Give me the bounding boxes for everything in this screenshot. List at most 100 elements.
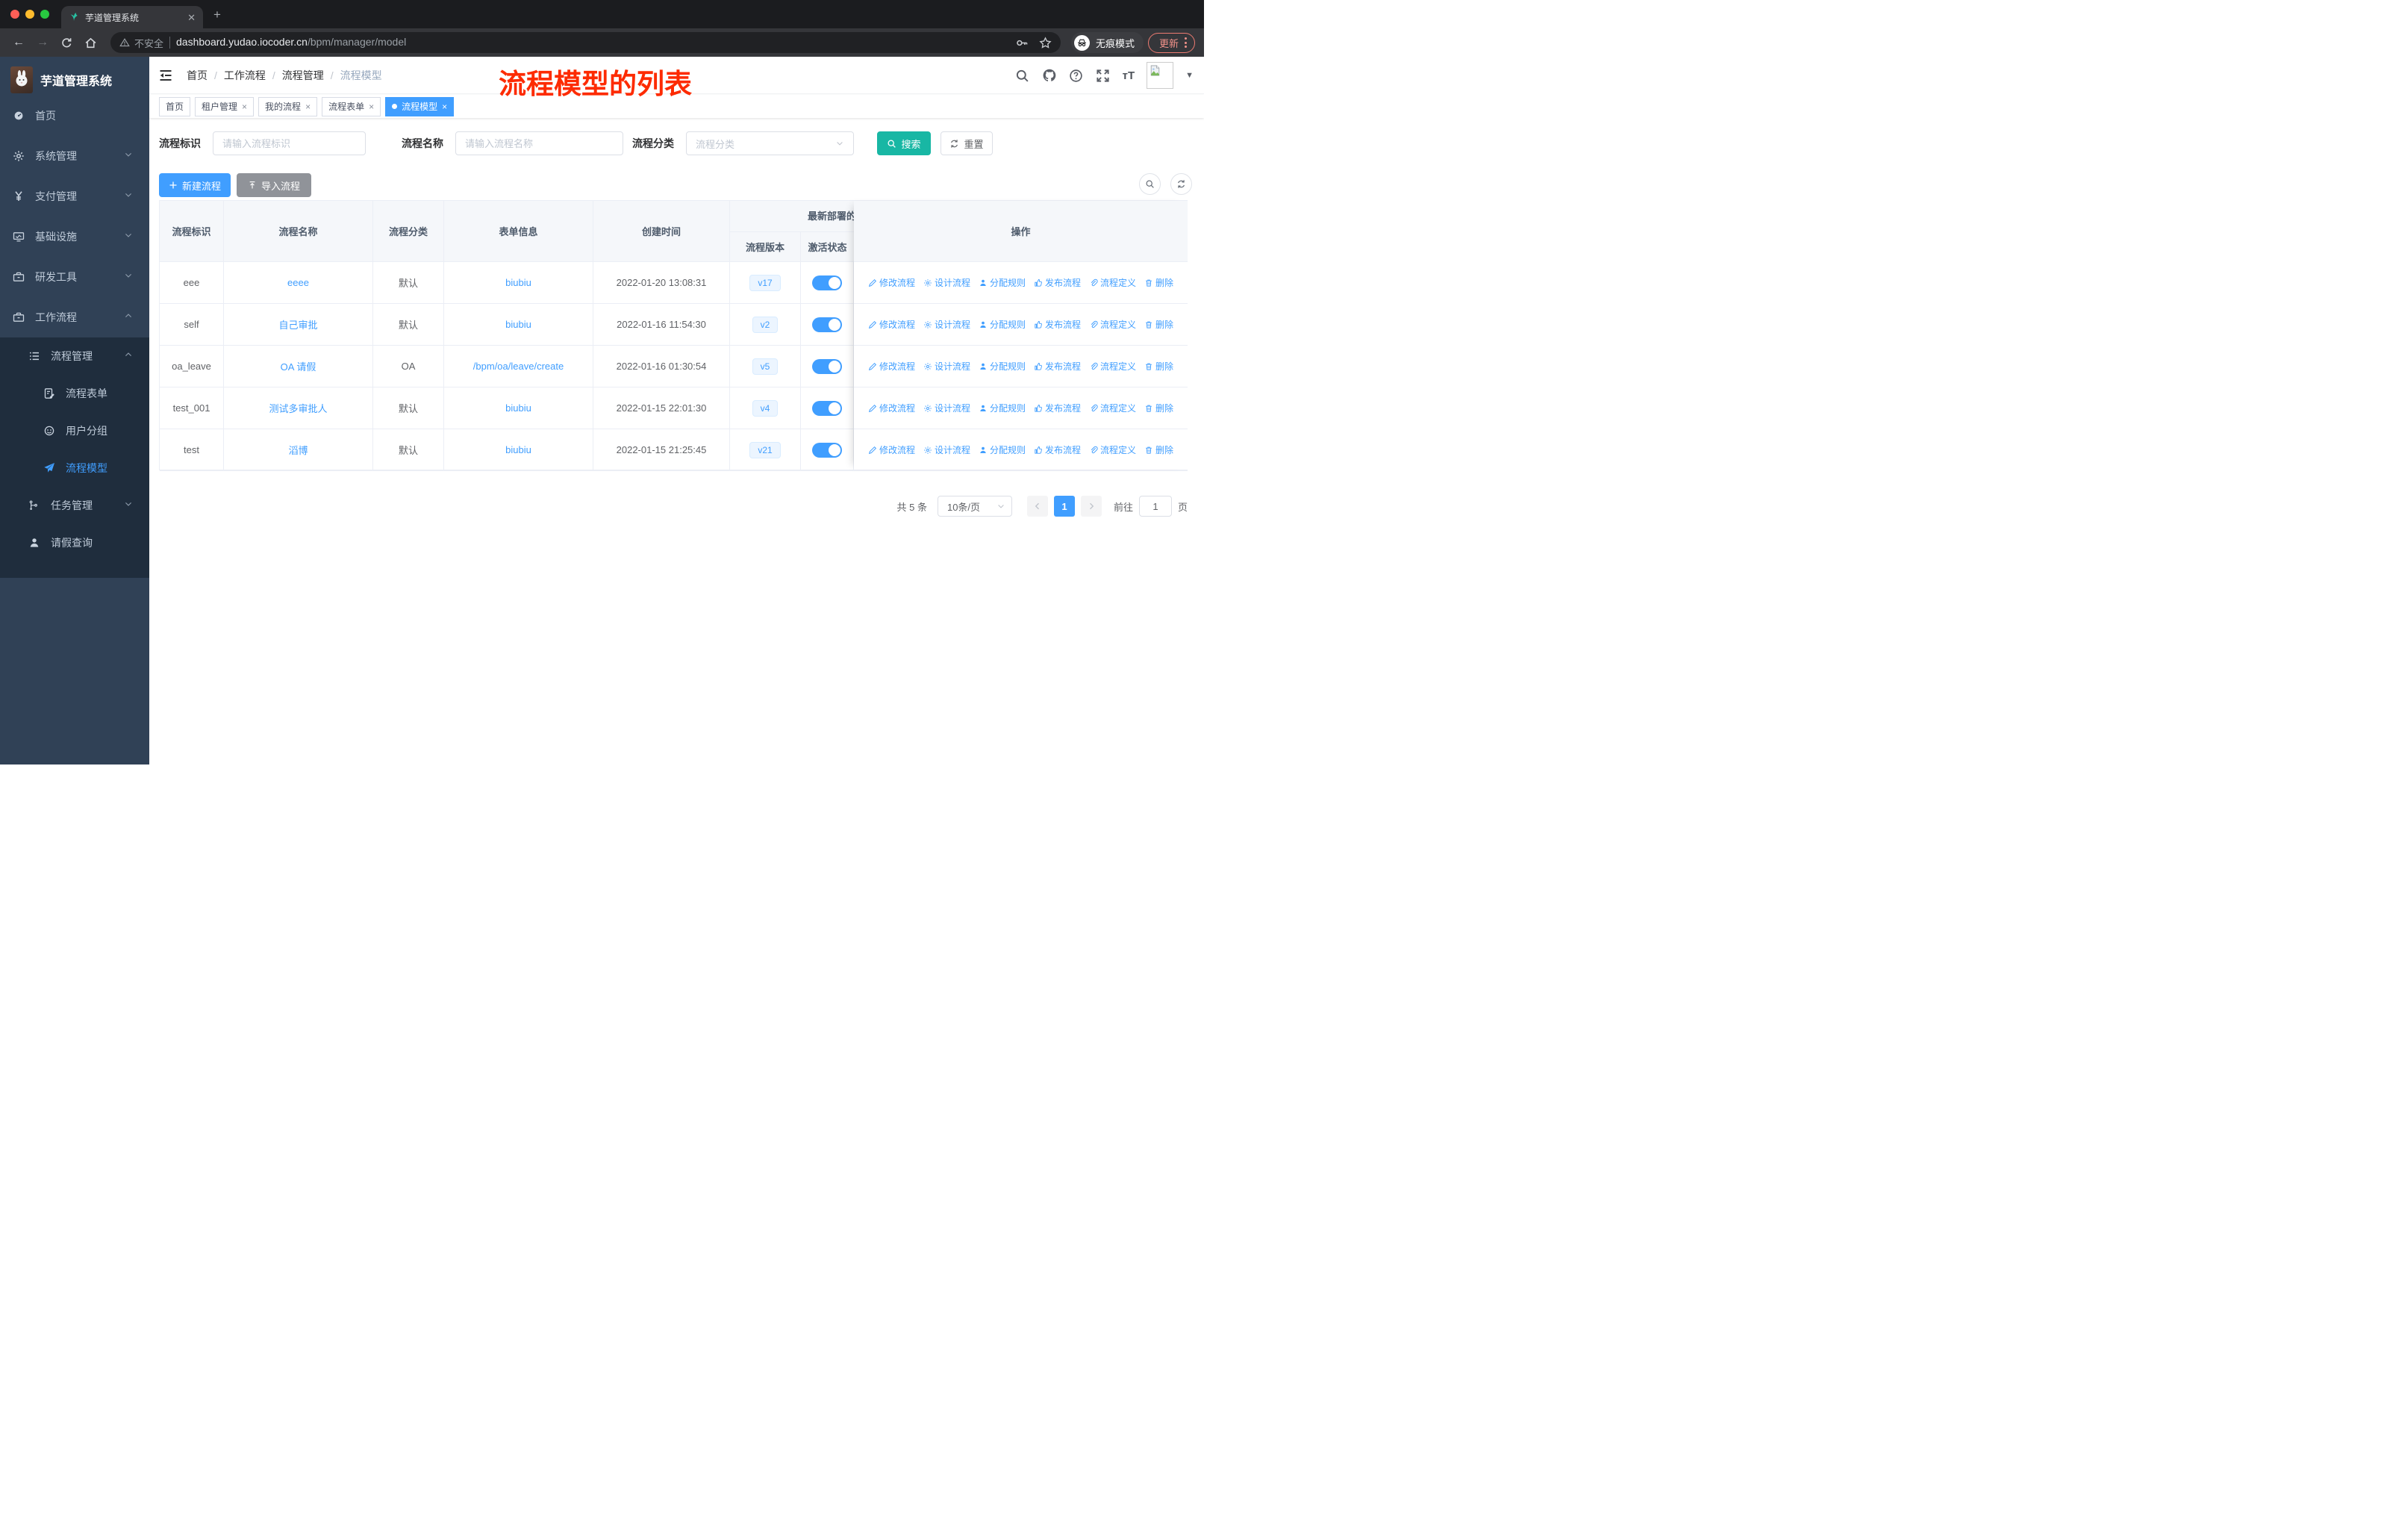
tag-流程表单[interactable]: 流程表单 × <box>322 96 381 116</box>
sidebar-item-流程管理[interactable]: 流程管理 <box>0 337 149 375</box>
sidebar-item-研发工具[interactable]: 研发工具 <box>0 257 149 297</box>
action-设计流程[interactable]: 设计流程 <box>923 276 970 289</box>
tag-close-icon[interactable]: × <box>242 102 247 112</box>
process-name-link[interactable]: 测试多审批人 <box>269 401 327 415</box>
version-badge[interactable]: v21 <box>749 441 781 458</box>
form-link[interactable]: biubiu <box>505 444 531 455</box>
forward-icon[interactable]: → <box>33 33 52 52</box>
user-avatar[interactable] <box>1147 62 1174 89</box>
action-设计流程[interactable]: 设计流程 <box>923 402 970 414</box>
form-link[interactable]: biubiu <box>505 277 531 288</box>
bookmark-star-icon[interactable] <box>1039 36 1052 49</box>
filter-id-input[interactable] <box>213 131 366 155</box>
tag-租户管理[interactable]: 租户管理 × <box>195 96 255 116</box>
tag-首页[interactable]: 首页 <box>159 96 191 116</box>
browser-menu-icon[interactable] <box>1185 37 1187 48</box>
action-删除[interactable]: 删除 <box>1144 360 1173 373</box>
new-tab-button[interactable]: + <box>213 7 221 22</box>
key-icon[interactable] <box>1016 37 1029 49</box>
action-分配规则[interactable]: 分配规则 <box>979 318 1026 331</box>
page-size-select[interactable]: 10条/页 <box>937 496 1012 517</box>
sidebar-item-任务管理[interactable]: 任务管理 <box>0 487 149 524</box>
action-流程定义[interactable]: 流程定义 <box>1089 360 1136 373</box>
breadcrumb-item[interactable]: 流程模型 <box>340 68 382 83</box>
action-删除[interactable]: 删除 <box>1144 276 1173 289</box>
sidebar-item-首页[interactable]: 首页 <box>0 96 149 136</box>
process-name-link[interactable]: eeee <box>287 277 309 288</box>
action-分配规则[interactable]: 分配规则 <box>979 443 1026 456</box>
action-分配规则[interactable]: 分配规则 <box>979 402 1026 414</box>
form-link[interactable]: biubiu <box>505 402 531 414</box>
browser-update-button[interactable]: 更新 <box>1147 32 1195 53</box>
sidebar-item-支付管理[interactable]: 支付管理 <box>0 176 149 217</box>
reload-icon[interactable] <box>57 33 76 52</box>
tag-close-icon[interactable]: × <box>305 102 311 112</box>
sidebar-item-流程模型[interactable]: 流程模型 <box>0 449 149 487</box>
fullscreen-icon[interactable] <box>1096 68 1111 83</box>
action-删除[interactable]: 删除 <box>1144 443 1173 456</box>
traffic-zoom-button[interactable] <box>40 10 49 19</box>
action-发布流程[interactable]: 发布流程 <box>1034 402 1081 414</box>
action-修改流程[interactable]: 修改流程 <box>868 443 915 456</box>
action-修改流程[interactable]: 修改流程 <box>868 318 915 331</box>
breadcrumb-item[interactable]: 首页 <box>187 68 208 83</box>
filter-category-select[interactable]: 流程分类 <box>686 131 854 155</box>
security-indicator[interactable]: 不安全 <box>119 36 163 50</box>
action-分配规则[interactable]: 分配规则 <box>979 276 1026 289</box>
breadcrumb-item[interactable]: 流程管理 <box>282 68 324 83</box>
hide-search-button[interactable] <box>1139 173 1161 195</box>
action-流程定义[interactable]: 流程定义 <box>1089 402 1136 414</box>
action-设计流程[interactable]: 设计流程 <box>923 443 970 456</box>
tag-close-icon[interactable]: × <box>369 102 374 112</box>
process-name-link[interactable]: OA 请假 <box>281 359 316 373</box>
url-bar[interactable]: 不安全 dashboard.yudao.iocoder.cn/bpm/manag… <box>110 32 1061 53</box>
refresh-table-button[interactable] <box>1170 173 1192 195</box>
process-name-link[interactable]: 自己审批 <box>278 317 317 331</box>
search-button[interactable]: 搜索 <box>877 131 931 155</box>
prev-page-button[interactable] <box>1026 496 1048 517</box>
reset-button[interactable]: 重置 <box>941 131 993 155</box>
sidebar-item-基础设施[interactable]: 基础设施 <box>0 217 149 257</box>
traffic-minimize-button[interactable] <box>25 10 34 19</box>
action-流程定义[interactable]: 流程定义 <box>1089 318 1136 331</box>
action-分配规则[interactable]: 分配规则 <box>979 360 1026 373</box>
logo-row[interactable]: 芋道管理系统 <box>0 57 149 96</box>
action-发布流程[interactable]: 发布流程 <box>1034 276 1081 289</box>
active-toggle[interactable] <box>812 442 842 458</box>
help-icon[interactable] <box>1069 68 1084 83</box>
home-icon[interactable] <box>81 33 100 52</box>
browser-tab[interactable]: 芋道管理系统 ✕ <box>61 6 203 28</box>
action-发布流程[interactable]: 发布流程 <box>1034 443 1081 456</box>
sidebar-item-流程表单[interactable]: 流程表单 <box>0 375 149 412</box>
import-process-button[interactable]: 导入流程 <box>237 173 311 197</box>
sidebar-item-用户分组[interactable]: 用户分组 <box>0 412 149 449</box>
action-流程定义[interactable]: 流程定义 <box>1089 276 1136 289</box>
back-icon[interactable]: ← <box>9 33 28 52</box>
form-link[interactable]: /bpm/oa/leave/create <box>473 361 564 372</box>
action-删除[interactable]: 删除 <box>1144 402 1173 414</box>
header-search-icon[interactable] <box>1015 68 1030 83</box>
action-设计流程[interactable]: 设计流程 <box>923 360 970 373</box>
version-badge[interactable]: v4 <box>752 399 779 417</box>
create-process-button[interactable]: 新建流程 <box>159 173 231 197</box>
traffic-close-button[interactable] <box>10 10 19 19</box>
next-page-button[interactable] <box>1080 496 1102 517</box>
goto-page-input[interactable] <box>1138 496 1172 517</box>
version-badge[interactable]: v5 <box>752 358 779 375</box>
action-删除[interactable]: 删除 <box>1144 318 1173 331</box>
tab-close-icon[interactable]: ✕ <box>187 13 196 22</box>
action-流程定义[interactable]: 流程定义 <box>1089 443 1136 456</box>
active-toggle[interactable] <box>812 317 842 332</box>
tag-close-icon[interactable]: × <box>442 102 447 112</box>
action-发布流程[interactable]: 发布流程 <box>1034 318 1081 331</box>
active-toggle[interactable] <box>812 358 842 374</box>
form-link[interactable]: biubiu <box>505 319 531 330</box>
tag-流程模型[interactable]: 流程模型 × <box>385 96 455 116</box>
font-size-icon[interactable]: ᴛT <box>1123 69 1135 82</box>
github-icon[interactable] <box>1042 68 1057 83</box>
action-设计流程[interactable]: 设计流程 <box>923 318 970 331</box>
sidebar-item-系统管理[interactable]: 系统管理 <box>0 136 149 176</box>
version-badge[interactable]: v17 <box>749 274 781 291</box>
tag-我的流程[interactable]: 我的流程 × <box>258 96 318 116</box>
process-name-link[interactable]: 滔博 <box>288 443 308 457</box>
